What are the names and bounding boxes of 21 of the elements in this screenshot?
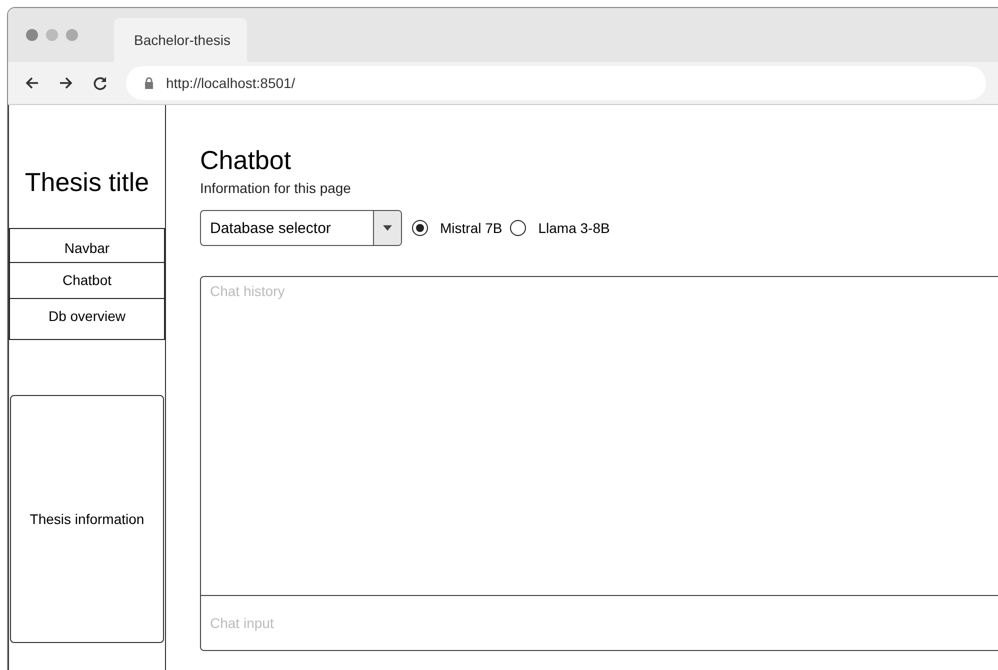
url-text: http://localhost:8501/ [166, 75, 296, 91]
database-selector[interactable]: Database selector [200, 210, 402, 246]
lock-icon [144, 77, 154, 89]
back-icon[interactable] [24, 75, 40, 91]
model-radio[interactable]: Llama 3-8B [510, 220, 610, 236]
browser-tab[interactable]: Bachelor-thesis [114, 18, 246, 62]
radio-icon[interactable] [412, 220, 428, 236]
window-control-icon[interactable] [26, 29, 38, 41]
reload-icon[interactable] [92, 75, 108, 91]
address-bar[interactable]: http://localhost:8501/ [126, 66, 986, 100]
forward-icon[interactable] [58, 75, 74, 91]
thesis-title: Thesis title [24, 167, 150, 198]
nav-item[interactable]: Navbar [10, 229, 164, 262]
page-description: Information for this page [200, 180, 352, 196]
page-title: Chatbot [200, 145, 292, 176]
nav-item[interactable]: Db overview [10, 298, 164, 339]
nav-item[interactable]: Chatbot [10, 262, 164, 298]
radio-icon[interactable] [510, 220, 526, 236]
thesis-info-panel: Thesis information [10, 395, 164, 643]
model-radio[interactable]: Mistral 7B [412, 220, 502, 236]
caret-icon [383, 225, 392, 231]
